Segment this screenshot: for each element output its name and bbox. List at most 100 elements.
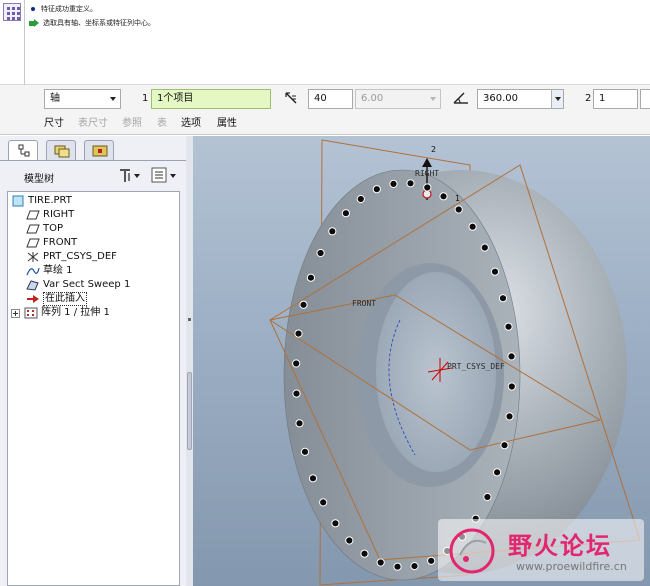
pattern-hole[interactable] [356, 194, 365, 204]
pattern-hole[interactable] [372, 185, 381, 194]
pattern-hole[interactable] [406, 179, 415, 188]
model-tree-title: 模型树 [24, 174, 54, 185]
datum-plane-icon [26, 223, 40, 235]
label-axis-1: 1 [455, 194, 460, 203]
tree-item-csys[interactable]: PRT_CSYS_DEF [26, 250, 117, 264]
tree-item-label: Var Sect Sweep 1 [43, 279, 131, 290]
tab-table-dimensions[interactable]: 表尺寸 [78, 118, 108, 130]
tab-table[interactable]: 表 [157, 118, 167, 130]
tree-item-right[interactable]: RIGHT [26, 208, 74, 222]
message-log-icon[interactable] [3, 3, 21, 21]
pattern-hole[interactable] [331, 519, 340, 528]
pattern-hole[interactable] [493, 468, 502, 477]
expand-icon[interactable] [11, 308, 20, 318]
watermark-logo-icon [449, 528, 495, 574]
tab-options[interactable]: 选项 [181, 118, 201, 130]
pattern-hole[interactable] [300, 447, 310, 456]
second-direction-count-value: 1 [599, 93, 606, 104]
pattern-hole[interactable] [423, 183, 432, 192]
tree-item-label: 阵列 1 / 拉伸 1 [41, 307, 110, 318]
pattern-hole[interactable] [454, 205, 463, 214]
pattern-hole[interactable] [328, 227, 337, 236]
pattern-hole[interactable] [410, 562, 419, 571]
pattern-hole[interactable] [500, 441, 509, 450]
tab-folder-browser[interactable] [46, 140, 76, 160]
sash-grip-icon[interactable] [188, 318, 191, 321]
favorites-icon [92, 145, 108, 157]
tree-item-pattern[interactable]: 阵列 1 / 拉伸 1 [11, 306, 110, 320]
pattern-hole[interactable] [490, 267, 500, 276]
pattern-hole[interactable] [308, 474, 318, 483]
angle-extent-icon [453, 92, 468, 104]
tree-item-top[interactable]: TOP [26, 222, 63, 236]
pattern-hole[interactable] [393, 562, 402, 571]
tree-item-label: TIRE.PRT [28, 195, 72, 206]
pattern-hole[interactable] [480, 243, 489, 252]
tab-model-tree[interactable] [8, 140, 38, 161]
pattern-hole[interactable] [294, 329, 303, 338]
pattern-hole[interactable] [292, 389, 301, 398]
pattern-hole[interactable] [345, 536, 354, 545]
tree-item-label: 草绘 1 [43, 265, 73, 276]
tab-references[interactable]: 参照 [122, 118, 142, 130]
pattern-hole[interactable] [427, 556, 436, 565]
pattern-hole[interactable] [507, 352, 516, 361]
watermark-title: 野火论坛 [508, 532, 612, 560]
pattern-hole[interactable] [468, 222, 477, 231]
pattern-hole[interactable] [295, 419, 304, 428]
angle-extent-value: 360.00 [483, 93, 518, 104]
folder-browser-icon [54, 145, 70, 158]
tab-favorites[interactable] [84, 140, 114, 160]
member-count-input[interactable]: 40 [308, 89, 353, 109]
angle-dropdown-button[interactable] [551, 90, 563, 108]
navigator-sash[interactable] [186, 136, 193, 586]
message-line-prompt: 选取具有轴、坐标系或特征列中心。 [29, 17, 155, 29]
pattern-hole[interactable] [389, 179, 398, 188]
info-bullet-icon [31, 7, 35, 11]
pattern-hole[interactable] [319, 498, 328, 507]
tree-item-part[interactable]: TIRE.PRT [11, 194, 72, 208]
second-direction-count-input[interactable]: 1 [593, 89, 638, 109]
member-count-icon [285, 92, 297, 104]
show-menu-icon[interactable] [150, 166, 178, 184]
datum-plane-icon [26, 209, 40, 221]
tree-item-sketch[interactable]: 草绘 1 [26, 264, 73, 278]
pattern-hole[interactable] [316, 248, 325, 258]
pattern-type-dropdown[interactable]: 轴 [44, 89, 121, 109]
tree-settings-icon[interactable] [117, 166, 141, 184]
navigator-tab-divider [0, 160, 193, 161]
tab-dimensions[interactable]: 尺寸 [44, 118, 64, 130]
pattern-icon [24, 307, 38, 319]
pattern-hole[interactable] [306, 273, 315, 282]
csys-icon [26, 251, 40, 263]
label-csys: PRT_CSYS_DEF [447, 362, 505, 371]
pattern-hole[interactable] [376, 558, 385, 567]
pattern-hole[interactable] [439, 192, 448, 201]
message-divider [24, 0, 25, 85]
pattern-hole[interactable] [360, 549, 369, 558]
model-tree: TIRE.PRT RIGHT TOP FRONT PRT_CSYS_DEF 草绘… [7, 191, 180, 586]
model-tree-header: 模型树 [4, 165, 188, 187]
tree-item-var-sect-sweep[interactable]: Var Sect Sweep 1 [26, 278, 130, 292]
label-right: RIGHT [415, 169, 439, 178]
navigator-scroll-thumb[interactable] [187, 372, 192, 450]
first-reference-collector[interactable]: 1个项目 [151, 89, 271, 109]
pattern-hole[interactable] [504, 322, 513, 331]
angle-extent-input[interactable]: 360.00 [477, 89, 564, 109]
pattern-hole[interactable] [498, 294, 508, 303]
pattern-hole[interactable] [483, 492, 492, 502]
pattern-hole[interactable] [341, 209, 350, 218]
datum-plane-icon [26, 237, 40, 249]
pattern-hole[interactable] [299, 300, 308, 309]
pattern-hole[interactable] [292, 359, 301, 368]
tree-item-insert-here[interactable]: 在此插入 [26, 292, 87, 306]
tab-properties[interactable]: 属性 [217, 118, 237, 130]
insert-arrow-icon [26, 293, 40, 305]
watermark-url: www.proewildfire.cn [516, 560, 627, 573]
tree-item-front[interactable]: FRONT [26, 236, 77, 250]
second-direction-count-overflow[interactable] [640, 89, 650, 109]
pattern-hole[interactable] [505, 412, 514, 421]
watermark: 野火论坛 www.proewildfire.cn [438, 519, 644, 581]
pattern-hole[interactable] [507, 382, 516, 391]
spacing-input[interactable]: 6.00 [355, 89, 441, 109]
